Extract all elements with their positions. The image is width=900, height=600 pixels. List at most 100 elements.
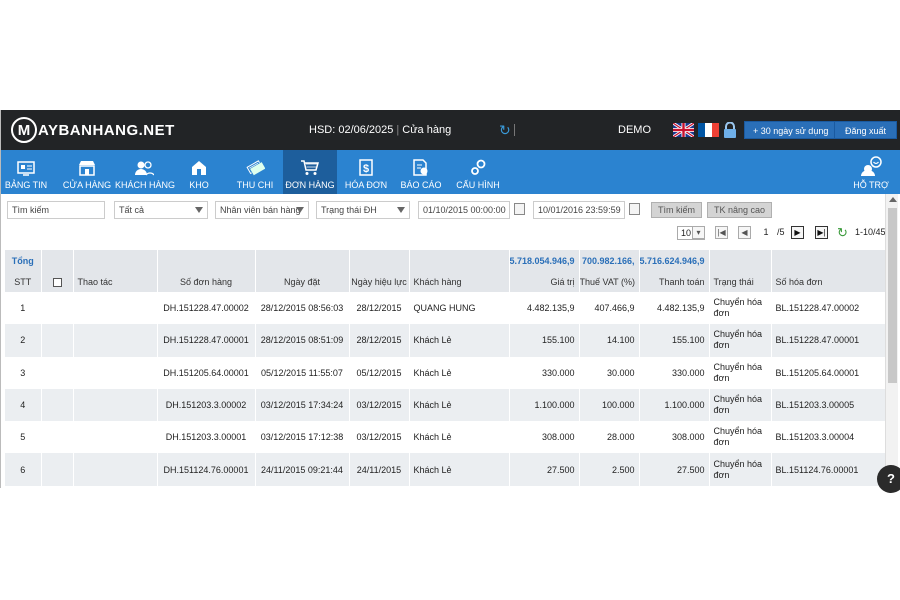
table-row[interactable]: 6 DH.151124.76.00001 24/11/2015 09:21:44 24… [5, 453, 886, 486]
order-number: DH.151228.47.00001 [157, 324, 256, 357]
chevron-down-icon [296, 207, 304, 213]
calendar-icon[interactable] [629, 203, 640, 215]
category-select[interactable]: Tất cả [114, 201, 208, 219]
nav-item-ho-tro[interactable]: HỖ TRỢ [849, 150, 893, 194]
order-number: DH.151203.3.00001 [157, 421, 256, 454]
staff-select[interactable]: Nhân viên bán hàng [215, 201, 309, 219]
money-icon [233, 150, 277, 176]
page-total: /5 [777, 227, 785, 237]
vat-amount: 14.100 [579, 324, 640, 357]
table-row[interactable]: 1 DH.151228.47.00002 28/12/2015 08:56:03 28… [5, 292, 886, 325]
cart-icon [283, 150, 337, 176]
french-flag-icon[interactable] [698, 123, 719, 137]
order-number: DH.151205.64.00001 [157, 356, 256, 389]
table-row[interactable]: 5 DH.151203.3.00001 03/12/2015 17:12:38 03/… [5, 421, 886, 454]
search-input[interactable]: Tìm kiếm [7, 201, 105, 219]
col-value[interactable]: Giá trị [509, 272, 580, 292]
col-vat[interactable]: Thuế VAT (%) [579, 272, 640, 292]
table-row[interactable]: 3 DH.151205.64.00001 05/12/2015 11:55:07 05… [5, 356, 886, 389]
date-to-value: 10/01/2016 23:59:59 [538, 205, 621, 215]
nav-item-khach-hang[interactable]: KHÁCH HÀNG [115, 150, 175, 194]
nav-item-don-hang[interactable]: ĐƠN HÀNG [283, 150, 337, 194]
vat-amount: 407.466,9 [579, 292, 640, 325]
totals-label: Tổng [5, 250, 42, 272]
order-value: 4.482.135,9 [509, 292, 580, 325]
support-icon [849, 150, 893, 176]
dashboard-icon [1, 150, 51, 176]
invoice-number: BL.151203.3.00004 [771, 421, 886, 454]
nav-item-hoa-don[interactable]: $ HÓA ĐƠN [341, 150, 391, 194]
calendar-icon[interactable] [514, 203, 525, 215]
order-status-select[interactable]: Trạng thái ĐH [316, 201, 410, 219]
col-order-number[interactable]: Số đơn hàng [157, 272, 256, 292]
extend-trial-button[interactable]: + 30 ngày sử dụng [744, 121, 838, 139]
help-button[interactable]: ? [877, 465, 900, 493]
order-date: 24/11/2015 09:21:44 [255, 453, 350, 486]
scroll-up-icon[interactable] [889, 197, 897, 202]
divider [514, 124, 515, 136]
table-row[interactable]: 4 DH.151203.3.00002 03/12/2015 17:34:24 03/… [5, 388, 886, 422]
row-actions [41, 324, 74, 357]
row-actions [41, 292, 74, 325]
order-value: 155.100 [509, 324, 580, 357]
col-status[interactable]: Trạng thái [709, 272, 772, 292]
first-page-button[interactable]: |◀ [715, 226, 728, 239]
store-link[interactable]: Cửa hàng [402, 124, 451, 136]
customer-name: Khách Lẻ [409, 453, 510, 486]
last-page-button[interactable]: ▶| [815, 226, 828, 239]
scrollbar-thumb[interactable] [888, 208, 897, 383]
nav-item-bang-tin[interactable]: BẢNG TIN [1, 150, 51, 194]
page-size-dropdown-icon[interactable]: ▾ [692, 226, 705, 239]
chevron-down-icon [195, 207, 203, 213]
advanced-search-button[interactable]: TK nâng cao [707, 202, 773, 218]
sync-icon[interactable]: ↻ [499, 122, 511, 139]
order-status: Chuyển hóa đơn [709, 356, 772, 389]
nav-item-kho[interactable]: KHO [179, 150, 219, 194]
nav-item-cua-hang[interactable]: CỬA HÀNG [61, 150, 113, 194]
col-invoice-number[interactable]: Số hóa đơn [771, 272, 886, 292]
col-payment[interactable]: Thanh toán [639, 272, 710, 292]
date-to-input[interactable]: 10/01/2016 23:59:59 [533, 201, 640, 219]
col-customer[interactable]: Khách hàng [409, 272, 510, 292]
nav-label: BÁO CÁO [400, 180, 442, 190]
search-button[interactable]: Tìm kiếm [651, 202, 702, 218]
nav-item-bao-cao[interactable]: BÁO CÁO [399, 150, 443, 194]
empty-cell [157, 250, 256, 272]
nav-item-thu-chi[interactable]: THU CHI [233, 150, 277, 194]
nav-item-cau-hinh[interactable]: CẤU HÌNH [455, 150, 501, 194]
uk-flag-icon[interactable] [673, 123, 694, 137]
row-stt: 6 [5, 453, 42, 486]
col-effective-date[interactable]: Ngày hiệu lực [349, 272, 410, 292]
category-value: Tất cả [119, 205, 145, 215]
col-stt[interactable]: STT [5, 272, 42, 292]
order-status: Chuyển hóa đơn [709, 324, 772, 357]
total-payment: 5.716.624.946,9 [639, 250, 710, 272]
logout-button[interactable]: Đăng xuất [834, 121, 898, 139]
page-number-input[interactable]: 1 [757, 226, 775, 239]
separator: | [396, 124, 400, 136]
row-actions-empty [73, 356, 158, 389]
payment-amount: 1.100.000 [639, 388, 710, 422]
prev-page-button[interactable]: ◀ [738, 226, 751, 239]
order-number: DH.151203.3.00002 [157, 388, 256, 422]
nav-label: KHO [189, 180, 209, 190]
account-name[interactable]: DEMO [618, 124, 651, 136]
row-stt: 1 [5, 292, 42, 325]
filter-bar: Tìm kiếm Tất cả Nhân viên bán hàng Trạng… [1, 194, 900, 224]
row-actions [41, 356, 74, 389]
col-actions: Thao tác [73, 272, 158, 292]
refresh-icon[interactable]: ↻ [837, 225, 848, 241]
table-body: 1 DH.151228.47.00002 28/12/2015 08:56:03 28… [5, 292, 886, 486]
invoice-number: BL.151205.64.00001 [771, 356, 886, 389]
col-order-date[interactable]: Ngày đặt [255, 272, 350, 292]
next-page-button[interactable]: ▶ [791, 226, 804, 239]
date-from-input[interactable]: 01/10/2015 00:00:00 [418, 201, 525, 219]
vertical-scrollbar[interactable] [885, 194, 898, 488]
select-all-checkbox[interactable] [52, 278, 62, 288]
record-range: 1-10/45 [855, 227, 886, 237]
payment-amount: 27.500 [639, 453, 710, 486]
customer-name: QUANG HUNG [409, 292, 510, 325]
logo[interactable]: M AYBANHANG.NET [11, 117, 175, 143]
table-row[interactable]: 2 DH.151228.47.00001 28/12/2015 08:51:09 28… [5, 324, 886, 357]
lock-icon[interactable] [723, 121, 737, 141]
